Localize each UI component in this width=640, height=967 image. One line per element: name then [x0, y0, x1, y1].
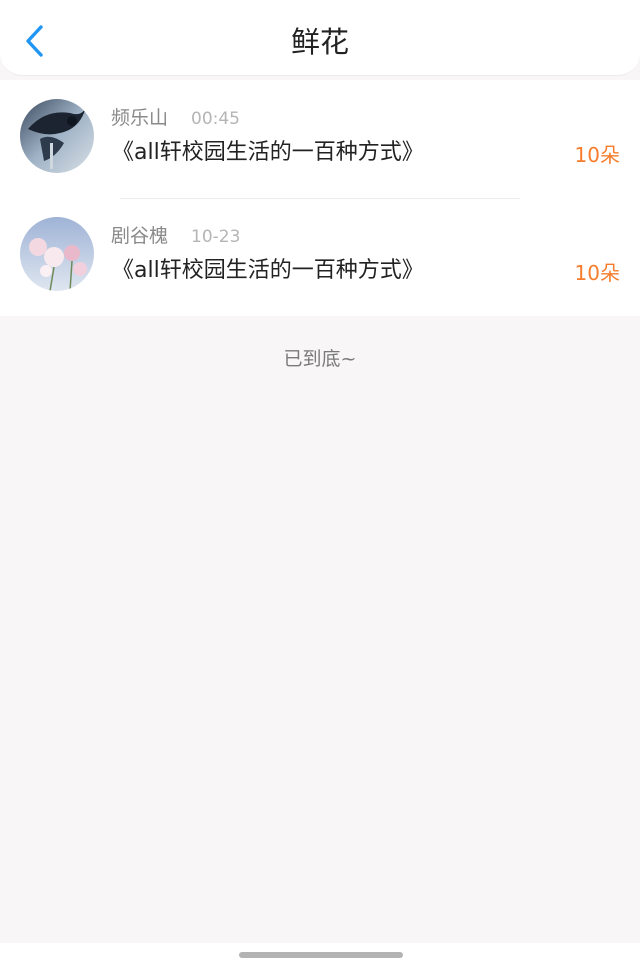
avatar[interactable] [20, 99, 94, 173]
end-of-list-text: 已到底~ [283, 348, 357, 370]
timestamp: 10-23 [191, 227, 241, 247]
avatar[interactable] [20, 217, 94, 291]
list-item[interactable]: 频乐山 00:45 《all轩校园生活的一百种方式》 10朵 [0, 80, 640, 198]
user-name: 频乐山 [111, 107, 169, 129]
list-item[interactable]: 剧谷槐 10-23 《all轩校园生活的一百种方式》 10朵 [0, 198, 640, 316]
timestamp: 00:45 [191, 109, 240, 129]
page-title: 鲜花 [290, 25, 349, 59]
user-name: 剧谷槐 [111, 225, 169, 247]
flower-count: 10朵 [574, 261, 620, 285]
home-indicator[interactable] [239, 952, 403, 958]
book-title: 《all轩校园生活的一百种方式》 [112, 258, 424, 283]
book-title: 《all轩校园生活的一百种方式》 [112, 140, 424, 165]
flower-list: 频乐山 00:45 《all轩校园生活的一百种方式》 10朵 剧谷槐 10-23… [0, 80, 640, 316]
flower-count: 10朵 [574, 143, 620, 167]
top-bar: 鲜花 [0, 0, 640, 76]
